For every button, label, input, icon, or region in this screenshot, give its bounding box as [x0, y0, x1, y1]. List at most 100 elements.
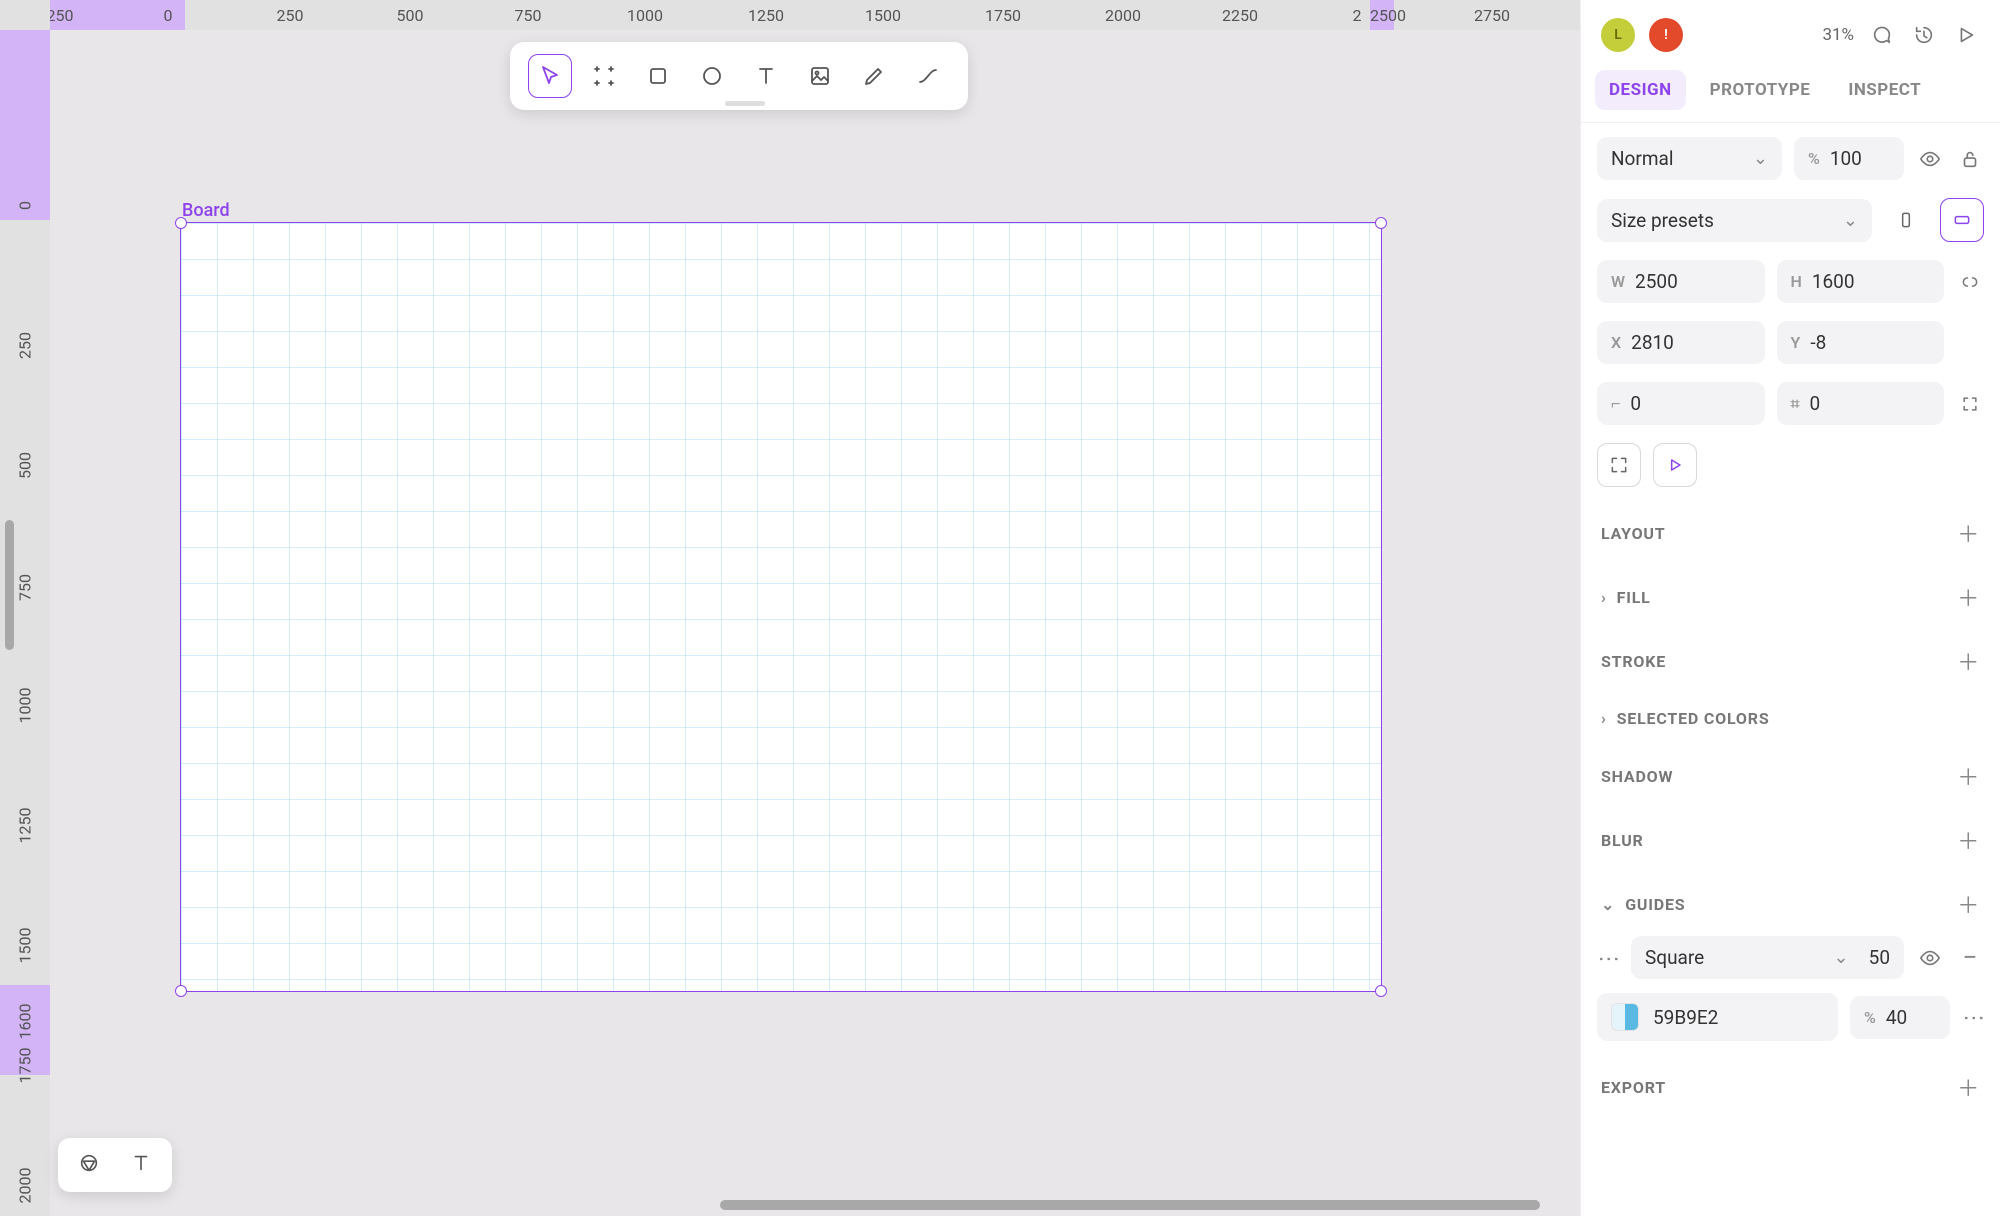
ruler-h-tick: 250: [47, 6, 74, 25]
ruler-h-tick: 2750: [1474, 6, 1510, 25]
orientation-landscape[interactable]: [1940, 198, 1984, 242]
guide-type-select[interactable]: Square ⌄ 50: [1631, 936, 1904, 979]
resize-handle-tl[interactable]: [175, 217, 187, 229]
zoom-level[interactable]: 31%: [1822, 25, 1854, 45]
tool-curve[interactable]: [906, 54, 950, 98]
ruler-v-tick: 1500: [16, 928, 35, 964]
rotation-icon: ⌐: [1611, 394, 1620, 414]
blend-mode-select[interactable]: Normal ⌄: [1597, 137, 1782, 180]
add-icon[interactable]: ＋: [1957, 1071, 1980, 1103]
chevron-right-icon: ›: [1601, 588, 1607, 607]
canvas-area[interactable]: 250 0 250 500 750 1000 1250 1500 1750 20…: [0, 0, 1580, 1216]
ruler-h-tick: 2000: [1105, 6, 1141, 25]
ruler-horizontal[interactable]: 250 0 250 500 750 1000 1250 1500 1750 20…: [50, 0, 1580, 30]
add-icon[interactable]: ＋: [1957, 517, 1980, 549]
selected-frame[interactable]: [180, 222, 1382, 992]
avatar-user-1[interactable]: L: [1601, 18, 1635, 52]
tool-frame[interactable]: [582, 54, 626, 98]
y-input[interactable]: Y-8: [1777, 321, 1945, 364]
add-icon[interactable]: ＋: [1957, 888, 1980, 920]
ruler-v-tick: 1000: [16, 688, 35, 724]
add-icon[interactable]: ＋: [1957, 824, 1980, 856]
section-layout[interactable]: LAYOUT＋: [1581, 501, 2000, 565]
ruler-v-tick: 500: [16, 452, 35, 479]
ruler-v-tick: 0: [16, 201, 35, 210]
blend-mode-value: Normal: [1611, 147, 1673, 170]
ruler-h-tick: 0: [164, 6, 173, 25]
ruler-v-tick: 2000: [16, 1168, 35, 1204]
resize-handle-bl[interactable]: [175, 985, 187, 997]
guide-visibility-icon[interactable]: [1916, 944, 1944, 972]
clip-content-button[interactable]: [1653, 443, 1697, 487]
scrollbar-thumb[interactable]: [5, 520, 14, 650]
section-selected-colors[interactable]: ›SELECTED COLORS: [1581, 693, 2000, 744]
remove-guide-icon[interactable]: −: [1956, 944, 1984, 972]
drag-handle-icon[interactable]: ⋮: [1597, 948, 1619, 968]
mini-tool-text[interactable]: [130, 1152, 152, 1178]
add-icon[interactable]: ＋: [1957, 581, 1980, 613]
tool-move[interactable]: [528, 54, 572, 98]
ruler-h-tick: 2: [1353, 6, 1362, 25]
section-guides[interactable]: ⌄GUIDES＋: [1581, 872, 2000, 936]
lock-icon[interactable]: [1956, 145, 1984, 173]
tab-design[interactable]: DESIGN: [1595, 70, 1686, 110]
scrollbar-thumb[interactable]: [720, 1200, 1540, 1210]
tab-inspect[interactable]: INSPECT: [1834, 70, 1935, 110]
add-icon[interactable]: ＋: [1957, 760, 1980, 792]
add-icon[interactable]: ＋: [1957, 645, 1980, 677]
resize-handle-br[interactable]: [1375, 985, 1387, 997]
link-dimensions-icon[interactable]: [1956, 268, 1984, 296]
section-fill[interactable]: ›FILL＋: [1581, 565, 2000, 629]
avatar-user-2[interactable]: !: [1649, 18, 1683, 52]
mini-tool-shape[interactable]: [78, 1152, 100, 1178]
independent-corners-icon[interactable]: [1956, 390, 1984, 418]
ruler-corner: [0, 0, 50, 30]
ruler-h-tick: 1750: [985, 6, 1021, 25]
color-swatch[interactable]: [1611, 1003, 1639, 1031]
radius-icon: ⌗: [1791, 394, 1800, 414]
vertical-scrollbar[interactable]: [4, 400, 16, 680]
guide-color-input[interactable]: 59B9E2: [1597, 993, 1838, 1041]
tool-ellipse[interactable]: [690, 54, 734, 98]
comments-icon[interactable]: [1868, 21, 1896, 49]
tab-prototype[interactable]: PROTOTYPE: [1696, 70, 1825, 110]
ruler-h-tick: 250: [277, 6, 304, 25]
x-input[interactable]: X2810: [1597, 321, 1765, 364]
chevron-right-icon: ›: [1601, 709, 1607, 728]
frame-label[interactable]: Board: [182, 200, 230, 221]
width-input[interactable]: W2500: [1597, 260, 1765, 303]
opacity-input[interactable]: % 100: [1794, 137, 1904, 180]
main-toolbar[interactable]: [510, 42, 968, 110]
tool-image[interactable]: [798, 54, 842, 98]
section-shadow[interactable]: SHADOW＋: [1581, 744, 2000, 808]
toolbar-drag-handle[interactable]: [725, 101, 765, 106]
canvas-viewport[interactable]: Board: [50, 30, 1580, 1216]
section-stroke[interactable]: STROKE＋: [1581, 629, 2000, 693]
more-icon[interactable]: ⋮: [1962, 1007, 1984, 1027]
tool-rectangle[interactable]: [636, 54, 680, 98]
resize-handle-tr[interactable]: [1375, 217, 1387, 229]
height-input[interactable]: H1600: [1777, 260, 1945, 303]
tool-pen[interactable]: [852, 54, 896, 98]
chevron-down-icon: ⌄: [1843, 210, 1858, 231]
radius-input[interactable]: ⌗0: [1777, 382, 1945, 425]
ruler-h-tick: 1250: [748, 6, 784, 25]
ruler-v-tick: 1250: [16, 808, 35, 844]
right-panel: L ! 31% DESIGN PROTOTYPE INSPECT Normal …: [1580, 0, 2000, 1216]
rotation-input[interactable]: ⌐0: [1597, 382, 1765, 425]
size-presets-select[interactable]: Size presets ⌄: [1597, 199, 1872, 242]
ruler-v-tick: 1750: [16, 1048, 35, 1084]
section-blur[interactable]: BLUR＋: [1581, 808, 2000, 872]
resize-fit-button[interactable]: [1597, 443, 1641, 487]
chevron-down-icon: ⌄: [1753, 148, 1768, 169]
guide-opacity-input[interactable]: % 40: [1850, 996, 1950, 1039]
orientation-portrait[interactable]: [1884, 198, 1928, 242]
tool-text[interactable]: [744, 54, 788, 98]
section-export[interactable]: EXPORT＋: [1581, 1055, 2000, 1119]
play-icon[interactable]: [1952, 21, 1980, 49]
history-icon[interactable]: [1910, 21, 1938, 49]
mini-toolbar[interactable]: [58, 1138, 172, 1192]
visibility-icon[interactable]: [1916, 145, 1944, 173]
ruler-v-tick: 250: [16, 332, 35, 359]
horizontal-scrollbar[interactable]: [50, 1198, 1580, 1212]
